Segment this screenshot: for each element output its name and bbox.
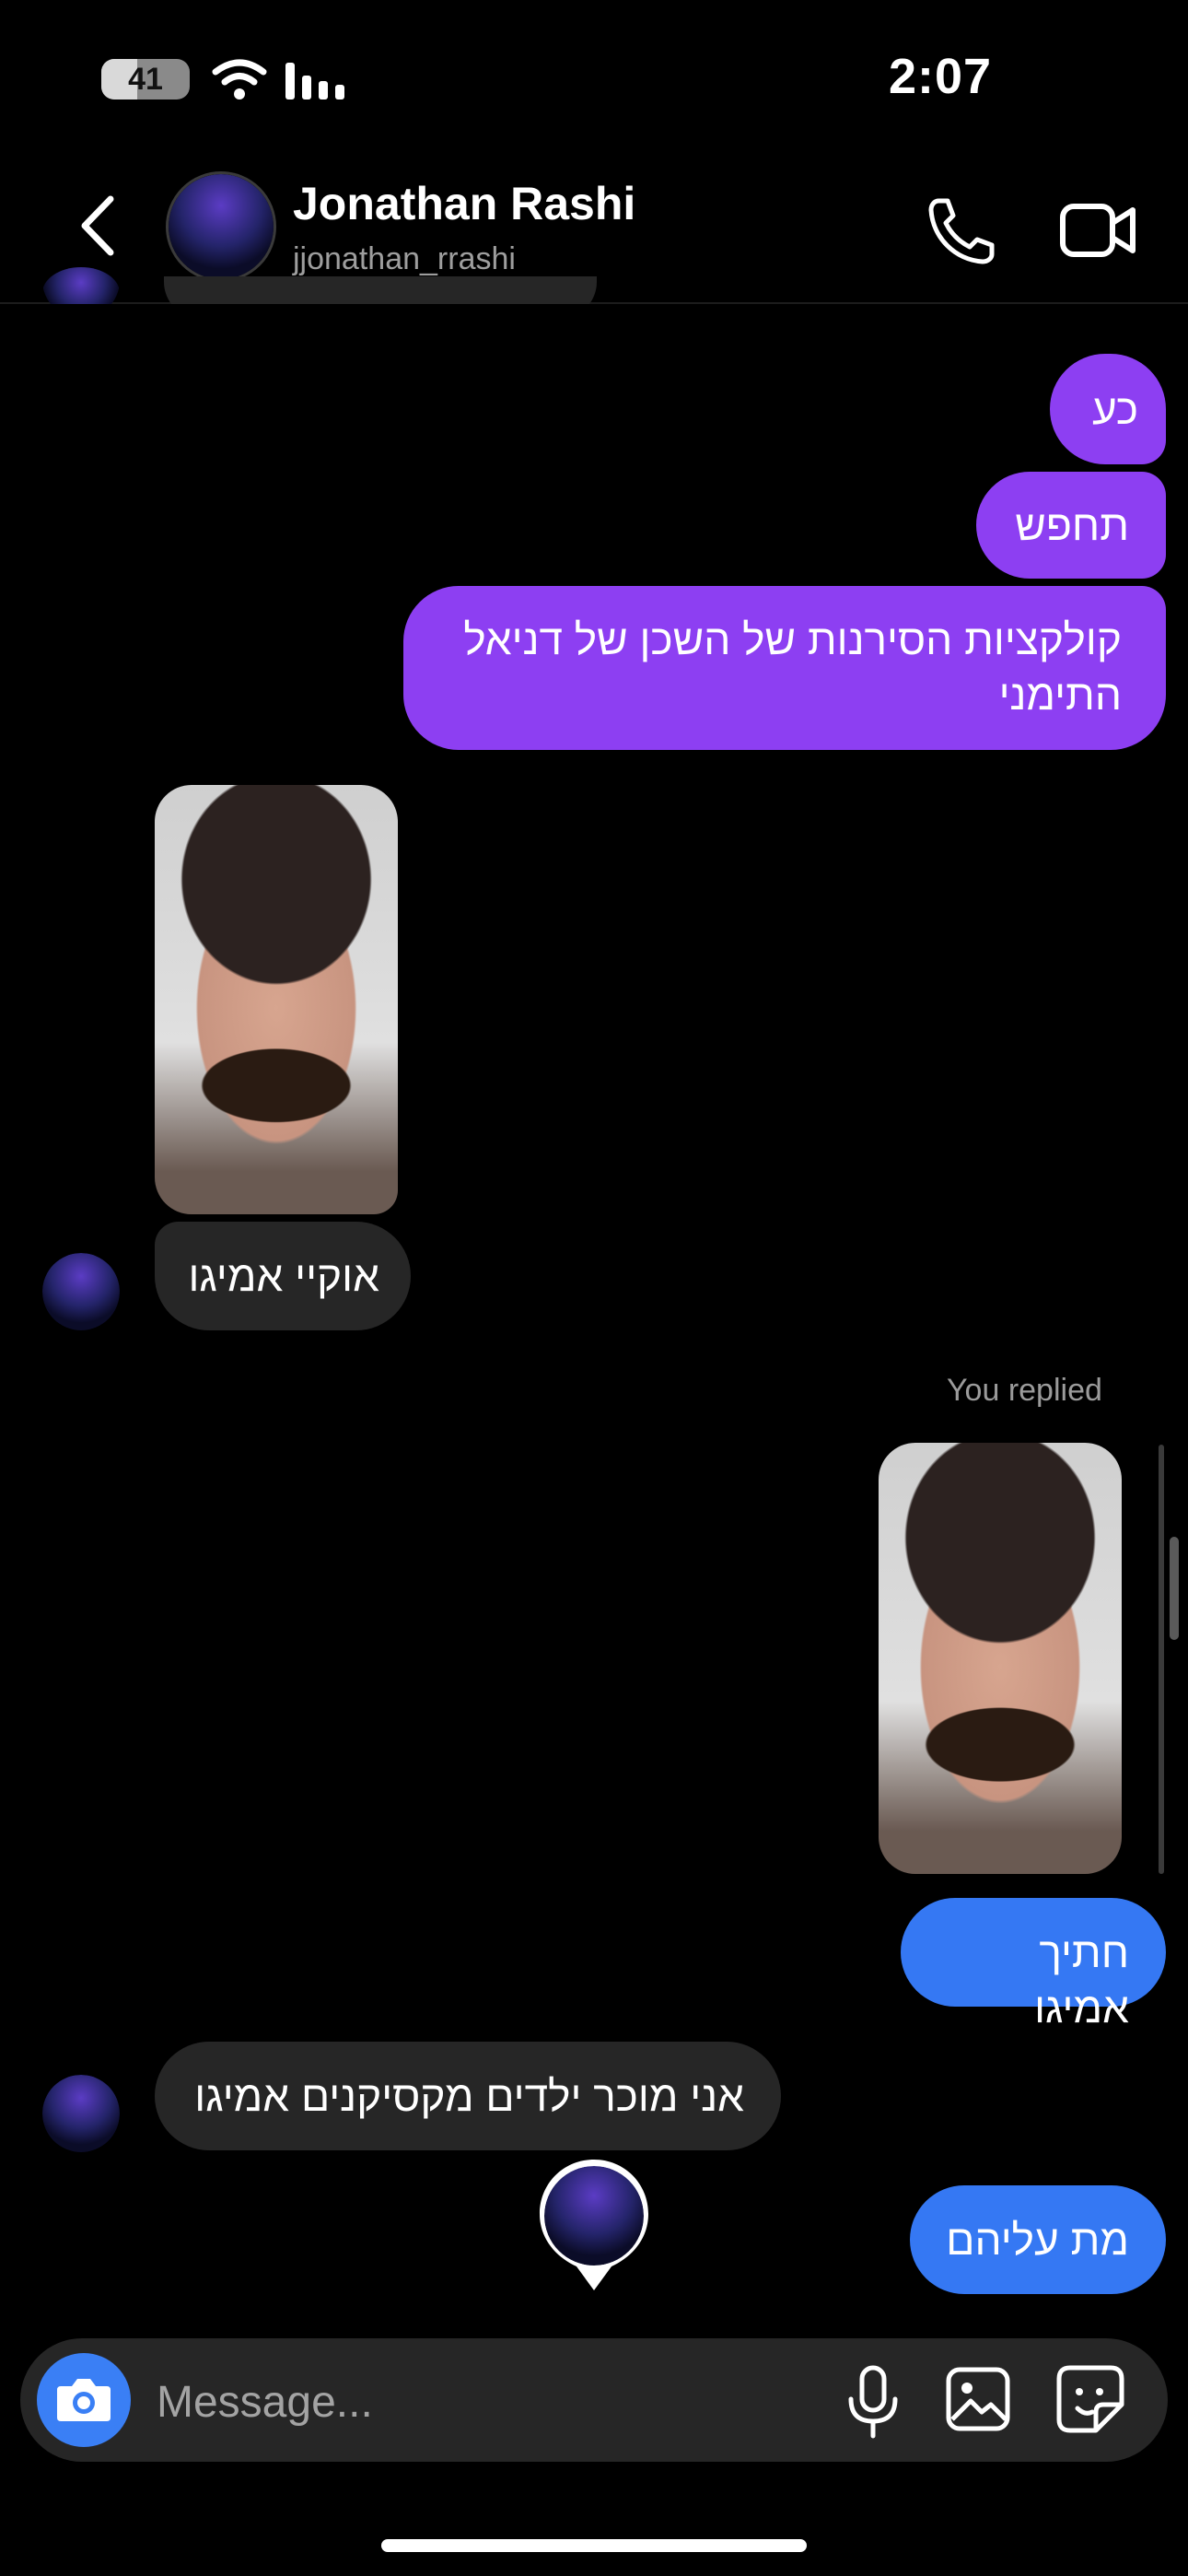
cellular-signal-icon	[285, 63, 344, 100]
sticker-icon[interactable]	[1055, 2364, 1125, 2434]
sender-avatar[interactable]	[42, 2075, 120, 2152]
message-text: קולקציות הסירנות של השכן של דניאל התימני	[463, 615, 1122, 719]
message-bubble-sent[interactable]: תחפש	[976, 472, 1166, 579]
back-chevron-icon[interactable]	[76, 193, 122, 258]
video-call-icon[interactable]	[1059, 195, 1136, 265]
received-photo[interactable]	[155, 785, 398, 1214]
microphone-icon[interactable]	[845, 2364, 901, 2440]
battery-level-text: 41	[128, 62, 163, 97]
replied-photo[interactable]	[879, 1443, 1122, 1874]
message-text: תחפש	[1015, 501, 1129, 549]
status-time: 2:07	[889, 49, 993, 104]
message-bubble-sent[interactable]: מת עליהם	[910, 2185, 1166, 2294]
message-text: חתיך אמיגו	[1034, 1928, 1129, 2032]
message-bubble-received[interactable]: אוקיי אמיגו	[155, 1222, 411, 1330]
scrollbar[interactable]	[1170, 1537, 1179, 1640]
message-bubble-received[interactable]: אני מוכר ילדים מקסיקנים אמיגו	[155, 2042, 781, 2150]
contact-avatar[interactable]	[166, 171, 276, 282]
battery-indicator: 41	[101, 59, 190, 100]
message-bubble-sent[interactable]: כע	[1050, 354, 1166, 464]
message-text: אני מוכר ילדים מקסיקנים אמיגו	[194, 2072, 744, 2120]
wifi-icon	[212, 59, 267, 100]
seen-avatar	[544, 2166, 644, 2266]
phone-call-icon[interactable]	[926, 193, 999, 267]
sender-avatar[interactable]	[42, 1253, 120, 1330]
camera-icon	[57, 2379, 111, 2421]
gallery-image-icon[interactable]	[945, 2366, 1011, 2432]
message-bubble-sent[interactable]: חתיך אמיגו	[901, 1898, 1166, 2032]
contact-name[interactable]: Jonathan Rashi	[293, 177, 635, 230]
message-text: אוקיי אמיגו	[188, 1252, 379, 1300]
message-bubble-sent[interactable]: קולקציות הסירנות של השכן של דניאל התימני	[403, 586, 1166, 750]
message-text: כע	[1092, 385, 1138, 433]
contact-username[interactable]: jjonathan_rrashi	[293, 241, 516, 277]
reply-indicator-line	[1159, 1445, 1164, 1874]
reply-label: You replied	[947, 1373, 1102, 1408]
home-indicator[interactable]	[381, 2539, 807, 2552]
message-input[interactable]	[155, 2364, 803, 2440]
camera-button[interactable]	[37, 2353, 131, 2447]
message-text: מת עליהם	[946, 2216, 1129, 2264]
